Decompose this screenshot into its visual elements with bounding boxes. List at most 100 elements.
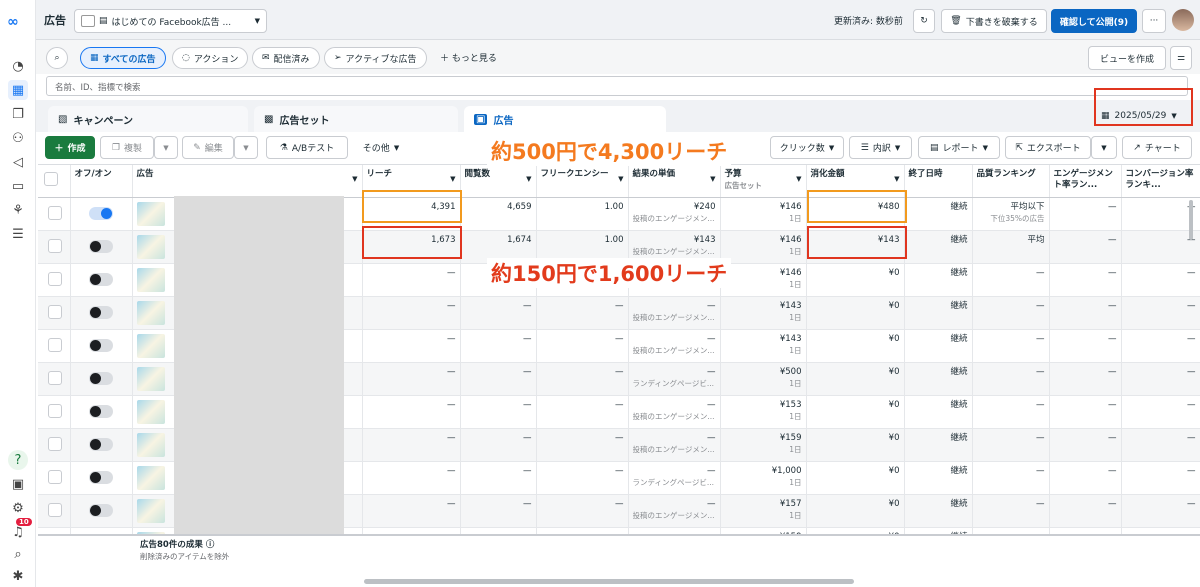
delivery-toggle[interactable] (89, 338, 113, 352)
delivery-toggle[interactable] (89, 503, 113, 517)
annotation-top: 約500円で4,300リーチ (487, 136, 732, 166)
campaign-selector[interactable]: ▤ はじめての Facebook広告 ... ▼ (74, 9, 267, 33)
delivery-toggle[interactable] (89, 437, 113, 451)
discard-draft-button[interactable]: 🗑 下書きを破棄する (941, 9, 1047, 33)
tab-ad[interactable]: ▣ 広告 (464, 106, 666, 132)
ad-thumbnail[interactable] (136, 201, 165, 226)
search-icon[interactable]: ⌕ (8, 544, 28, 564)
row-checkbox[interactable] (48, 370, 62, 385)
filter-all-ads[interactable]: ▦ すべての広告 (80, 47, 166, 69)
filter-delivered[interactable]: ✉ 配信済み (252, 47, 320, 69)
row-checkbox[interactable] (48, 304, 62, 319)
col-ad[interactable]: 広告 ▼ (132, 165, 363, 198)
apps-icon[interactable]: ⚘ (8, 200, 28, 220)
tab-adset[interactable]: ▩ 広告セット (254, 106, 458, 132)
col-frequency[interactable]: フリークエンシー ▼ (536, 165, 629, 198)
gear-icon[interactable]: ⚙ (8, 498, 28, 518)
menu-icon[interactable]: ☰ (8, 224, 28, 244)
ad-thumbnail[interactable] (136, 498, 165, 523)
select-all-checkbox[interactable] (44, 172, 58, 186)
delivery-toggle[interactable] (89, 305, 113, 319)
ad-thumbnail[interactable] (136, 300, 165, 325)
col-engagement[interactable]: エンゲージメント率ラン... (1049, 165, 1122, 198)
vertical-scrollbar[interactable] (1189, 200, 1193, 240)
delivery-toggle[interactable] (89, 404, 113, 418)
horizontal-scrollbar[interactable] (364, 579, 854, 584)
reach-cell: — (362, 494, 461, 528)
settings-sliders-button[interactable]: ⚌ (1170, 46, 1192, 70)
meta-logo-icon[interactable]: ∞ (7, 14, 19, 30)
bug-icon[interactable]: ✱ (8, 566, 28, 586)
delivery-toggle[interactable] (89, 206, 113, 220)
ad-thumbnail[interactable] (136, 465, 165, 490)
columns-clicks-button[interactable]: クリック数 ▼ (770, 136, 844, 159)
row-checkbox[interactable] (48, 271, 62, 286)
col-quality[interactable]: 品質ランキング (972, 165, 1050, 198)
ab-test-button[interactable]: ⚗ A/Bテスト (266, 136, 348, 159)
discard-label: 下書きを破棄する (965, 17, 1038, 28)
ad-thumbnail[interactable] (136, 366, 165, 391)
col-conversion[interactable]: コンバージョン率ランキ... (1121, 165, 1200, 198)
dashboard-icon[interactable]: ◔ (8, 56, 28, 76)
tab-campaign[interactable]: ▧ キャンペーン (48, 106, 248, 132)
export-menu-button[interactable]: ▼ (1091, 136, 1117, 159)
pages-icon[interactable]: ❐ (8, 104, 28, 124)
row-checkbox[interactable] (48, 436, 62, 451)
left-nav-rail: ∞ ◔ ▦ ❐ ⚇ ◁ ▭ ⚘ ☰ ? ▣ ⚙ ♫ 10 ⌕ ✱ (0, 0, 36, 587)
cost-value: ¥240 (693, 201, 716, 212)
ad-thumbnail[interactable] (136, 333, 165, 358)
row-checkbox[interactable] (48, 337, 62, 352)
col-views[interactable]: 閲覧数 ▼ (460, 165, 537, 198)
avatar[interactable] (1172, 9, 1194, 31)
search-input[interactable]: 名前、ID、指標で検索 (46, 76, 1188, 96)
report-button[interactable]: ▤ レポート ▼ (918, 136, 1000, 159)
chart-button[interactable]: ↗ チャート (1122, 136, 1192, 159)
edit-button[interactable]: ✎ 編集 (182, 136, 234, 159)
col-end[interactable]: 終了日時 (904, 165, 973, 198)
search-toggle-button[interactable]: ⌕ (46, 47, 68, 69)
edit-menu-button[interactable]: ▼ (234, 136, 258, 159)
filter-more[interactable]: ＋ もっと見る (440, 51, 497, 64)
delivery-toggle[interactable] (89, 272, 113, 286)
col-onoff[interactable]: オフ/オン (70, 165, 133, 198)
duplicate-menu-button[interactable]: ▼ (154, 136, 178, 159)
tab-ad-label: 広告 (493, 115, 514, 127)
more-options-button[interactable]: ··· (1142, 9, 1166, 33)
row-checkbox[interactable] (48, 502, 62, 517)
ad-thumbnail[interactable] (136, 267, 165, 292)
help-icon[interactable]: ? (8, 450, 28, 470)
notebook-icon[interactable]: ▣ (8, 474, 28, 494)
refresh-button[interactable]: ↻ (913, 9, 935, 33)
other-menu-button[interactable]: その他 ▼ (354, 136, 408, 159)
create-view-button[interactable]: ビューを作成 (1088, 46, 1166, 70)
billing-icon[interactable]: ▭ (8, 176, 28, 196)
megaphone-icon[interactable]: ◁ (8, 152, 28, 172)
row-checkbox[interactable] (48, 238, 62, 253)
row-checkbox[interactable] (48, 205, 62, 220)
col-cost-label: 結果の単価 (632, 169, 676, 179)
audience-icon[interactable]: ⚇ (8, 128, 28, 148)
col-budget[interactable]: 予算 広告セット ▼ (720, 165, 807, 198)
delivery-toggle[interactable] (89, 470, 113, 484)
delivery-toggle[interactable] (89, 371, 113, 385)
quality-cell: — (972, 428, 1050, 462)
row-checkbox[interactable] (48, 469, 62, 484)
budget-cell: ¥146 1日 (720, 230, 807, 264)
publish-button[interactable]: 確認して公開(9) (1051, 9, 1137, 33)
row-toggle-cell (70, 494, 133, 528)
ad-thumbnail[interactable] (136, 399, 165, 424)
filter-active[interactable]: ➢ アクティブな広告 (324, 47, 427, 69)
duplicate-button[interactable]: ❐ 複製 (100, 136, 154, 159)
row-select (38, 461, 71, 495)
row-checkbox[interactable] (48, 403, 62, 418)
col-cost[interactable]: 結果の単価 ▼ (628, 165, 721, 198)
create-button[interactable]: ＋作成 (45, 136, 95, 159)
export-button[interactable]: ⇱ エクスポート (1005, 136, 1091, 159)
ad-thumbnail[interactable] (136, 432, 165, 457)
filter-action[interactable]: ◌ アクション (172, 47, 249, 69)
ad-thumbnail[interactable] (136, 234, 165, 259)
breakdown-button[interactable]: ☰ 内訳 ▼ (849, 136, 912, 159)
table-icon[interactable]: ▦ (8, 80, 28, 100)
publish-label: 確認して公開(9) (1059, 17, 1129, 28)
delivery-toggle[interactable] (89, 239, 113, 253)
